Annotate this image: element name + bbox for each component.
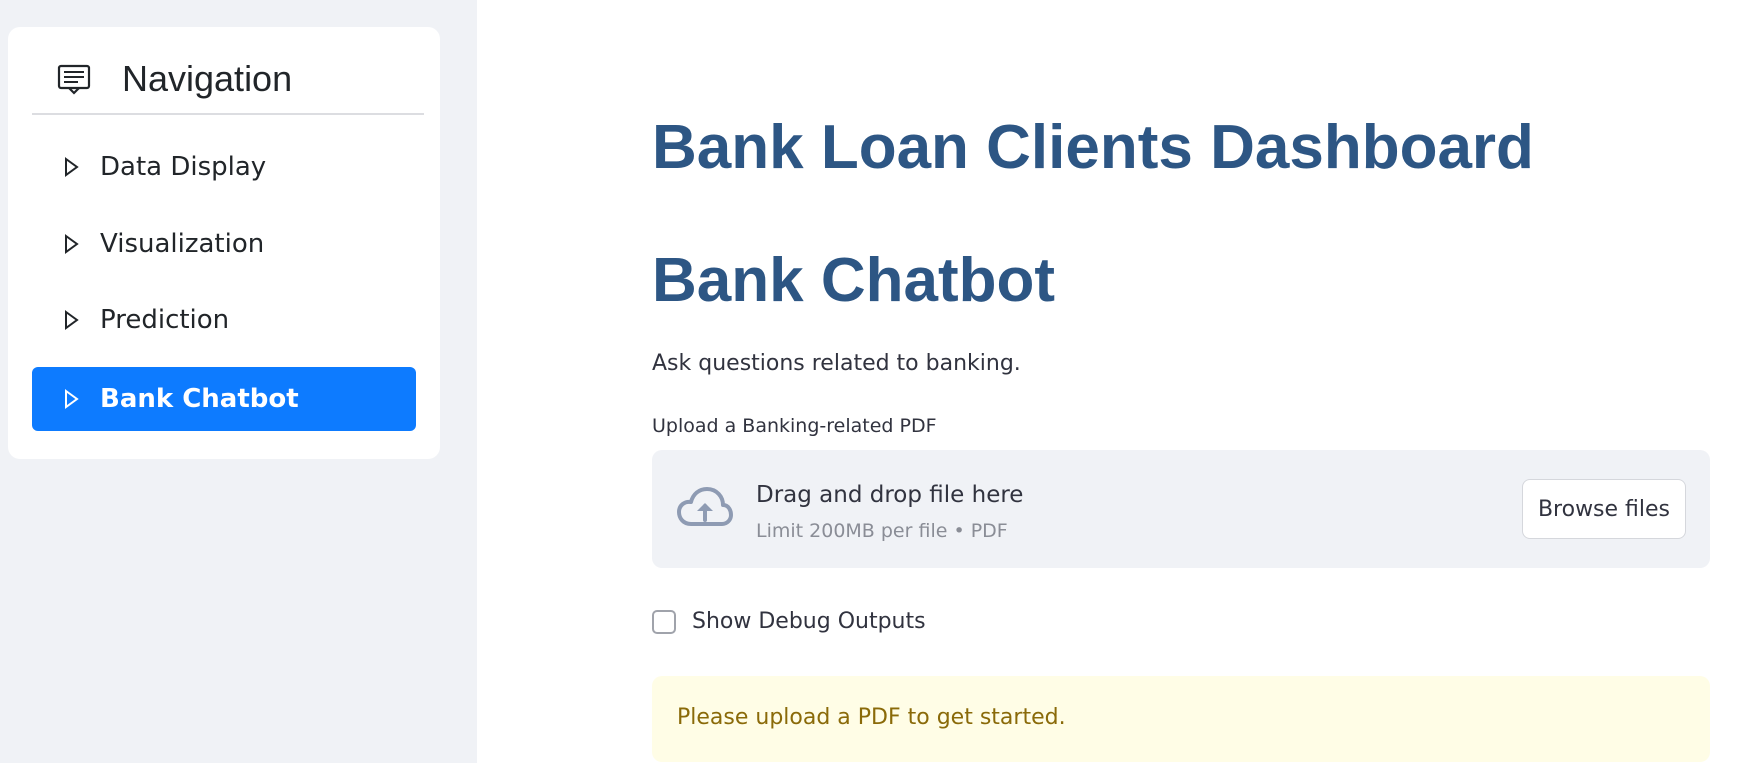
cloud-upload-icon <box>677 487 733 526</box>
caret-right-icon <box>65 234 79 254</box>
caret-right-icon <box>65 157 79 177</box>
sidebar-item-label: Bank Chatbot <box>100 384 299 414</box>
navigation-title: Navigation <box>122 58 293 99</box>
section-title: Bank Chatbot <box>652 246 1055 315</box>
sidebar-item-prediction[interactable]: Prediction <box>32 288 416 352</box>
dropzone-title: Drag and drop file here <box>756 482 1024 508</box>
sidebar-item-bank-chatbot[interactable]: Bank Chatbot <box>32 367 416 431</box>
sidebar-item-label: Data Display <box>100 152 267 182</box>
sidebar-item-label: Prediction <box>100 305 230 335</box>
upload-label: Upload a Banking-related PDF <box>652 415 937 437</box>
caret-right-icon <box>65 310 79 330</box>
debug-outputs-label[interactable]: Show Debug Outputs <box>692 608 926 636</box>
chat-menu-icon <box>57 64 91 95</box>
section-subtitle: Ask questions related to banking. <box>652 351 1021 376</box>
sidebar-item-label: Visualization <box>100 229 265 259</box>
sidebar-item-data-display[interactable]: Data Display <box>32 135 416 199</box>
file-dropzone[interactable]: Drag and drop file here Limit 200MB per … <box>652 450 1710 568</box>
navigation-header: Navigation <box>32 49 424 115</box>
dropzone-limit: Limit 200MB per file • PDF <box>756 520 1008 542</box>
navigation-menu: Navigation Data Display Visualization Pr… <box>8 27 440 459</box>
caret-right-icon <box>65 389 79 409</box>
info-alert: Please upload a PDF to get started. <box>652 676 1710 762</box>
page-title: Bank Loan Clients Dashboard <box>652 113 1534 182</box>
browse-files-button[interactable]: Browse files <box>1522 479 1686 539</box>
alert-text: Please upload a PDF to get started. <box>677 705 1066 730</box>
sidebar-item-visualization[interactable]: Visualization <box>32 212 416 276</box>
sidebar: Navigation Data Display Visualization Pr… <box>0 0 477 763</box>
debug-outputs-checkbox[interactable] <box>652 610 676 634</box>
